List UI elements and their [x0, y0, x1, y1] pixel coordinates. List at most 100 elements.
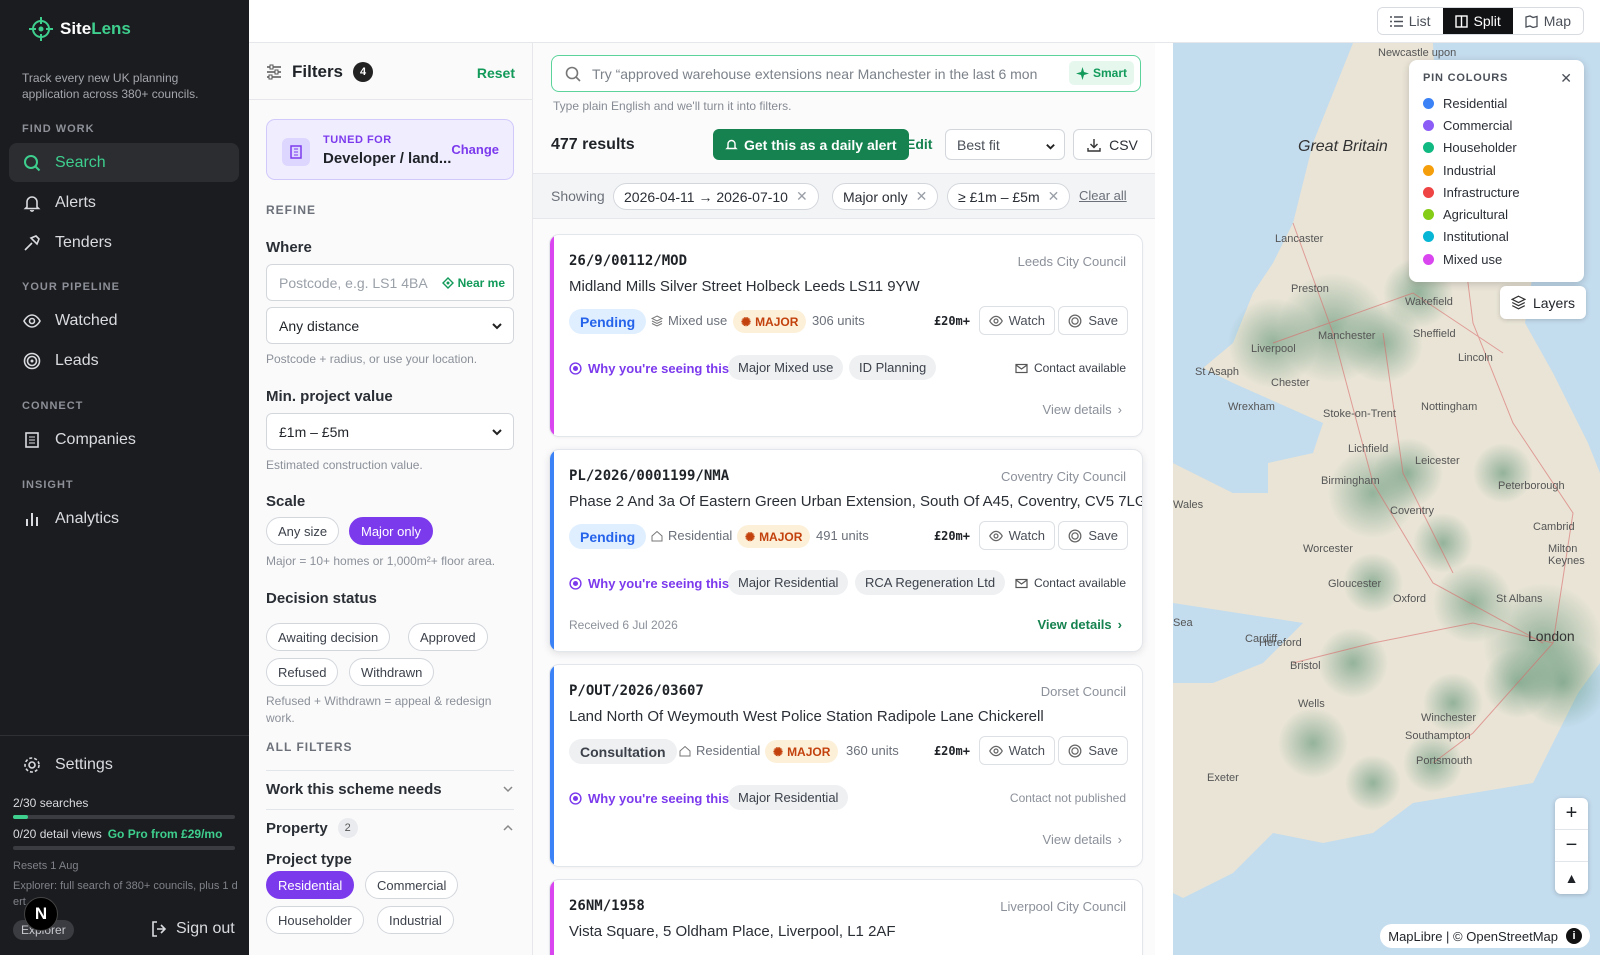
watch-button[interactable]: Watch: [978, 306, 1055, 335]
save-button[interactable]: Save: [1058, 521, 1128, 550]
map-place-label: Wells: [1298, 698, 1325, 710]
close-icon[interactable]: ✕: [916, 188, 928, 205]
where-label: Where: [266, 239, 312, 256]
filters-title: Filters: [292, 62, 344, 81]
why-seeing-this-link[interactable]: Why you're seeing this: [569, 791, 729, 806]
avatar[interactable]: N: [24, 897, 58, 931]
chevron-down-icon: [492, 323, 502, 330]
sign-out-button[interactable]: Sign out: [150, 920, 235, 938]
clear-all-filters[interactable]: Clear all: [1079, 188, 1127, 203]
decision-approved-chip[interactable]: Approved: [408, 623, 488, 651]
view-details-link[interactable]: View details ›: [1043, 402, 1122, 417]
scale-hint: Major = 10+ homes or 1,000m²+ floor area…: [266, 554, 496, 568]
view-details-link[interactable]: View details ›: [1037, 617, 1122, 632]
why-seeing-this-link[interactable]: Why you're seeing this: [569, 361, 729, 376]
view-details-link[interactable]: View details ›: [1043, 832, 1122, 847]
daily-alert-button[interactable]: Get this as a daily alert: [713, 129, 909, 160]
close-icon[interactable]: ✕: [1560, 70, 1572, 87]
legend-item: Industrial: [1423, 159, 1570, 181]
decision-refused-chip[interactable]: Refused: [266, 658, 339, 686]
target-icon: [1068, 314, 1082, 327]
why-seeing-this-link[interactable]: Why you're seeing this: [569, 576, 729, 591]
go-pro-link[interactable]: Go Pro from £29/mo: [108, 827, 223, 841]
postcode-placeholder: Postcode, e.g. LS1 4BA: [279, 274, 428, 291]
decision-awaiting-chip[interactable]: Awaiting decision: [266, 623, 391, 651]
result-card[interactable]: P/OUT/2026/03607 Dorset Council Land Nor…: [549, 664, 1143, 867]
sidebar-item-label: Companies: [55, 430, 136, 448]
close-icon[interactable]: ✕: [796, 188, 808, 205]
sidebar-item-tenders[interactable]: Tenders: [9, 223, 239, 262]
close-icon[interactable]: ✕: [1048, 188, 1060, 205]
watch-button[interactable]: Watch: [978, 521, 1055, 550]
view-map-button[interactable]: Map: [1512, 8, 1583, 34]
smart-search-button[interactable]: Smart: [1068, 61, 1134, 85]
type-residential-chip[interactable]: Residential: [266, 871, 355, 899]
units-count: 491 units: [816, 528, 869, 543]
filter-pill-value[interactable]: ≥ £1m – £5m ✕: [947, 183, 1071, 210]
sort-select[interactable]: Best fit: [945, 129, 1065, 160]
zoom-in-button[interactable]: +: [1555, 798, 1588, 830]
major-label: MAJOR: [787, 744, 831, 759]
zoom-out-button[interactable]: −: [1555, 830, 1588, 862]
type-commercial-chip[interactable]: Commercial: [365, 871, 459, 899]
map-place-label: St Albans: [1496, 593, 1543, 605]
application-ref[interactable]: 26/9/00112/MOD: [569, 253, 687, 269]
application-ref[interactable]: P/OUT/2026/03607: [569, 683, 704, 699]
min-value-select[interactable]: £1m – £5m: [266, 413, 514, 450]
application-ref[interactable]: PL/2026/0001199/NMA: [569, 468, 729, 484]
sidebar-item-leads[interactable]: Leads: [9, 341, 239, 380]
scale-major-only-chip[interactable]: Major only: [349, 517, 433, 545]
filter-pill-date[interactable]: 2026-04-11 → 2026-07-10 ✕: [613, 183, 819, 210]
csv-export-button[interactable]: CSV: [1073, 129, 1152, 160]
watch-button[interactable]: Watch: [978, 736, 1055, 765]
sidebar-item-settings[interactable]: Settings: [9, 745, 239, 784]
filters-header: Filters 4: [266, 62, 374, 82]
watch-label: Watch: [1008, 743, 1045, 758]
csv-label: CSV: [1109, 136, 1138, 153]
map-place-label: Coventry: [1390, 505, 1435, 517]
type-householder-chip[interactable]: Householder: [266, 906, 364, 934]
near-me-button[interactable]: Near me: [441, 276, 505, 290]
sidebar-item-companies[interactable]: Companies: [9, 420, 239, 459]
legend-dot: [1423, 253, 1434, 265]
major-badge: ✺ MAJOR: [733, 310, 807, 333]
map-place-label: Winchester: [1421, 712, 1477, 724]
view-split-button[interactable]: Split: [1442, 8, 1513, 34]
map-place-label: Lincoln: [1458, 352, 1493, 364]
smart-search-input[interactable]: Try “approved warehouse extensions near …: [551, 55, 1141, 92]
legend-dot: [1423, 209, 1434, 221]
scale-any-size-chip[interactable]: Any size: [266, 517, 340, 545]
info-icon[interactable]: i: [1566, 928, 1582, 944]
target-icon: [569, 362, 582, 375]
logo[interactable]: SiteLens: [28, 16, 131, 42]
sidebar-item-analytics[interactable]: Analytics: [9, 499, 239, 538]
save-button[interactable]: Save: [1058, 736, 1128, 765]
save-button[interactable]: Save: [1058, 306, 1128, 335]
attribution-text[interactable]: MapLibre | © OpenStreetMap: [1388, 929, 1558, 944]
project-type-label: Project type: [266, 851, 352, 868]
result-card[interactable]: 26/9/00112/MOD Leeds City Council Midlan…: [549, 234, 1143, 437]
view-list-button[interactable]: List: [1377, 8, 1443, 34]
distance-select[interactable]: Any distance: [266, 307, 514, 344]
reason-tag: RCA Regeneration Ltd: [855, 570, 1006, 595]
type-industrial-chip[interactable]: Industrial: [377, 906, 454, 934]
property-accordion[interactable]: Property 2: [266, 813, 514, 843]
list-icon: [1389, 15, 1403, 27]
reset-filters-button[interactable]: Reset: [477, 65, 515, 81]
layers-button[interactable]: Layers: [1499, 286, 1586, 319]
edit-alert-button[interactable]: Edit: [906, 136, 932, 152]
map-panel[interactable]: Newcastle upon Great Britain Lancaster Pres…: [1173, 43, 1600, 955]
result-card[interactable]: PL/2026/0001199/NMA Coventry City Counci…: [549, 449, 1143, 652]
sidebar-item-alerts[interactable]: Alerts: [9, 183, 239, 222]
application-ref[interactable]: 26NM/1958: [569, 898, 645, 914]
compass-icon[interactable]: ▲: [1555, 862, 1588, 894]
filter-pill-major[interactable]: Major only ✕: [832, 183, 939, 210]
scheme-needs-accordion[interactable]: Work this scheme needs: [266, 774, 514, 804]
result-card[interactable]: 26NM/1958 Liverpool City Council Vista S…: [549, 879, 1143, 955]
sidebar-item-watched[interactable]: Watched: [9, 301, 239, 340]
postcode-input[interactable]: Postcode, e.g. LS1 4BA Near me: [266, 264, 514, 301]
sidebar-item-search[interactable]: Search: [9, 143, 239, 182]
change-profile-button[interactable]: Change: [451, 142, 499, 157]
map-place-label: Wrexham: [1228, 401, 1275, 413]
decision-withdrawn-chip[interactable]: Withdrawn: [349, 658, 435, 686]
